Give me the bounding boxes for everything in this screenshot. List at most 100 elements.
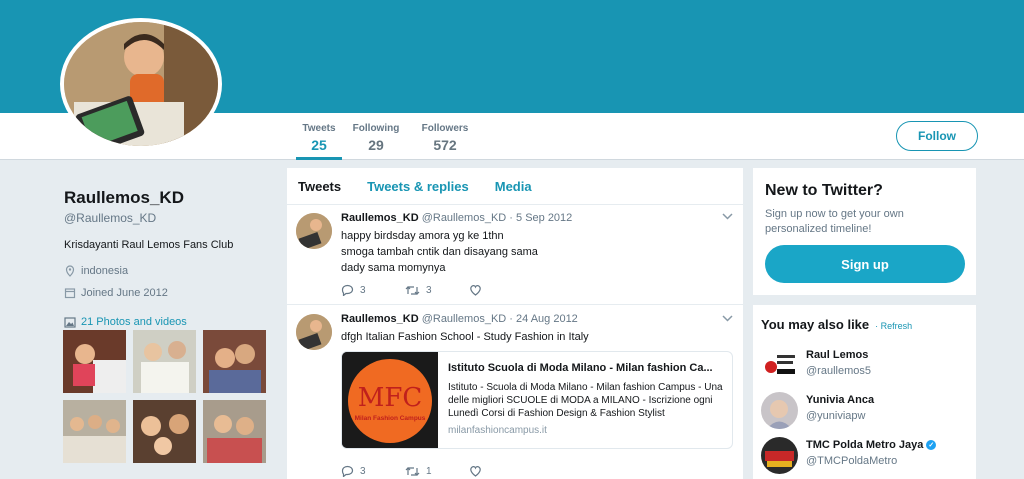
tweet-author-handle: @Raullemos_KD — [421, 212, 507, 224]
signup-title: New to Twitter? — [765, 182, 883, 199]
profile-card: Raullemos_KD @Raullemos_KD Krisdayanti R… — [64, 188, 274, 328]
location-pin-icon — [64, 265, 76, 277]
calendar-icon — [64, 287, 76, 299]
suggestion-name[interactable]: Yunivia Anca — [806, 394, 874, 406]
tweet-avatar[interactable] — [296, 213, 332, 249]
tweet-line: smoga tambah cntik dan disayang sama — [341, 246, 538, 258]
tweet[interactable]: Raullemos_KD @Raullemos_KD · 24 Aug 2012… — [287, 305, 743, 479]
retweet-icon — [405, 285, 420, 296]
stat-tweets[interactable]: Tweets 25 — [296, 123, 342, 160]
stat-label: Followers — [421, 123, 469, 134]
profile-avatar[interactable] — [60, 18, 222, 150]
location-text: indonesia — [81, 265, 129, 277]
photo-thumbnail[interactable] — [133, 400, 196, 463]
tweet-actions: 3 3 — [341, 284, 533, 296]
stat-following[interactable]: Following 29 — [352, 123, 400, 160]
signup-module: New to Twitter? Sign up now to get your … — [753, 168, 976, 295]
joined-text: Joined June 2012 — [81, 287, 168, 299]
verified-badge-icon: ✓ — [926, 440, 937, 450]
retweet-count: 1 — [426, 465, 432, 477]
suggestion-name-text: TMC Polda Metro Jaya — [806, 439, 924, 451]
stat-value: 25 — [311, 137, 327, 153]
photo-thumbnail[interactable] — [63, 400, 126, 463]
mfc-logo: MFC Milan Fashion Campus — [342, 352, 438, 448]
suggestion-handle: @raullemos5 — [806, 365, 871, 377]
logo-sub: Milan Fashion Campus — [355, 415, 426, 422]
stat-label: Tweets — [302, 123, 336, 134]
reply-icon — [341, 284, 354, 296]
tweet-header: Raullemos_KD @Raullemos_KD · 24 Aug 2012 — [341, 313, 731, 325]
like-action[interactable] — [469, 465, 533, 477]
avatar[interactable] — [761, 392, 798, 429]
stat-value: 572 — [433, 137, 457, 153]
suggestion-item[interactable]: Yunivia Anca @yuniviapw — [761, 392, 874, 429]
tweet-header: Raullemos_KD @Raullemos_KD · 5 Sep 2012 — [341, 212, 731, 224]
image-icon — [64, 316, 76, 328]
timeline-tabs: Tweets Tweets & replies Media — [287, 168, 743, 205]
profile-bio: Krisdayanti Raul Lemos Fans Club — [64, 239, 234, 251]
stat-label: Following — [352, 123, 400, 134]
tweet-date[interactable]: · 5 Sep 2012 — [509, 212, 572, 224]
reply-count: 3 — [360, 284, 366, 296]
tweet-timeline: Tweets Tweets & replies Media Raullemos_… — [287, 168, 743, 479]
follow-button[interactable]: Follow — [896, 121, 978, 151]
profile-handle: @Raullemos_KD — [64, 211, 157, 225]
stat-followers[interactable]: Followers 572 — [421, 123, 469, 160]
tweet-avatar[interactable] — [296, 314, 332, 350]
suggestion-handle: @TMCPoldaMetro — [806, 455, 898, 467]
signup-button[interactable]: Sign up — [765, 245, 965, 283]
suggestion-item[interactable]: Raul Lemos @raullemos5 — [761, 347, 871, 384]
card-url: milanfashioncampus.it — [448, 425, 547, 436]
suggestion-name[interactable]: TMC Polda Metro Jaya ✓ — [806, 439, 937, 451]
tweet-line: dfgh Italian Fashion School - Study Fash… — [341, 331, 589, 343]
suggestion-name[interactable]: Raul Lemos — [806, 349, 871, 361]
tab-tweets[interactable]: Tweets — [298, 179, 341, 194]
tweet-line: dady sama momynya — [341, 262, 446, 274]
card-title: Istituto Scuola di Moda Milano - Milan f… — [448, 362, 713, 374]
photos-link-label: 21 Photos and videos — [81, 316, 187, 328]
reply-action[interactable]: 3 — [341, 284, 405, 296]
tweet-text: dfgh Italian Fashion School - Study Fash… — [341, 329, 731, 345]
avatar[interactable] — [761, 437, 798, 474]
tweet-text: happy birdsday amora yg ke 1thn smoga ta… — [341, 228, 731, 276]
suggestion-handle: @yuniviapw — [806, 410, 866, 422]
avatar[interactable] — [761, 347, 798, 384]
heart-icon — [469, 465, 482, 477]
chevron-down-icon[interactable] — [722, 213, 733, 220]
photo-thumbnail[interactable] — [203, 330, 266, 393]
tweet[interactable]: Raullemos_KD @Raullemos_KD · 5 Sep 2012 … — [287, 205, 743, 305]
card-description: Istituto - Scuola di Moda Milano - Milan… — [448, 382, 723, 419]
retweet-count: 3 — [426, 284, 432, 296]
photo-thumbnail[interactable] — [63, 330, 126, 393]
tweet-actions: 3 1 — [341, 465, 533, 477]
tab-media[interactable]: Media — [495, 179, 532, 194]
suggestions-title: You may also like — [761, 317, 870, 332]
chevron-down-icon[interactable] — [722, 315, 733, 322]
retweet-icon — [405, 466, 420, 477]
stat-value: 29 — [368, 137, 384, 153]
like-action[interactable] — [469, 284, 533, 296]
suggestions-module: You may also like · Refresh Raul Lemos @… — [753, 305, 976, 479]
refresh-link[interactable]: · Refresh — [875, 321, 912, 331]
retweet-action[interactable]: 3 — [405, 284, 469, 296]
tweet-author-name[interactable]: Raullemos_KD — [341, 313, 419, 325]
tweet-author-handle: @Raullemos_KD — [421, 313, 507, 325]
photo-thumbnail[interactable] — [203, 400, 266, 463]
tweet-author-name[interactable]: Raullemos_KD — [341, 212, 419, 224]
retweet-action[interactable]: 1 — [405, 465, 469, 477]
logo-letters: MFC — [358, 383, 423, 413]
photos-videos-link[interactable]: 21 Photos and videos — [64, 316, 274, 328]
link-card[interactable]: MFC Milan Fashion Campus Istituto Scuola… — [341, 351, 733, 449]
signup-text: Sign up now to get your own personalized… — [765, 208, 904, 235]
reply-count: 3 — [360, 465, 366, 477]
tweet-date[interactable]: · 24 Aug 2012 — [509, 313, 578, 325]
tweet-line: happy birdsday amora yg ke 1thn — [341, 230, 504, 242]
tab-tweets-replies[interactable]: Tweets & replies — [367, 179, 469, 194]
suggestion-item[interactable]: TMC Polda Metro Jaya ✓ @TMCPoldaMetro — [761, 437, 937, 474]
profile-joined: Joined June 2012 — [64, 287, 274, 299]
profile-name[interactable]: Raullemos_KD — [64, 188, 274, 208]
heart-icon — [469, 284, 482, 296]
photo-thumbnail[interactable] — [133, 330, 196, 393]
reply-action[interactable]: 3 — [341, 465, 405, 477]
reply-icon — [341, 465, 354, 477]
